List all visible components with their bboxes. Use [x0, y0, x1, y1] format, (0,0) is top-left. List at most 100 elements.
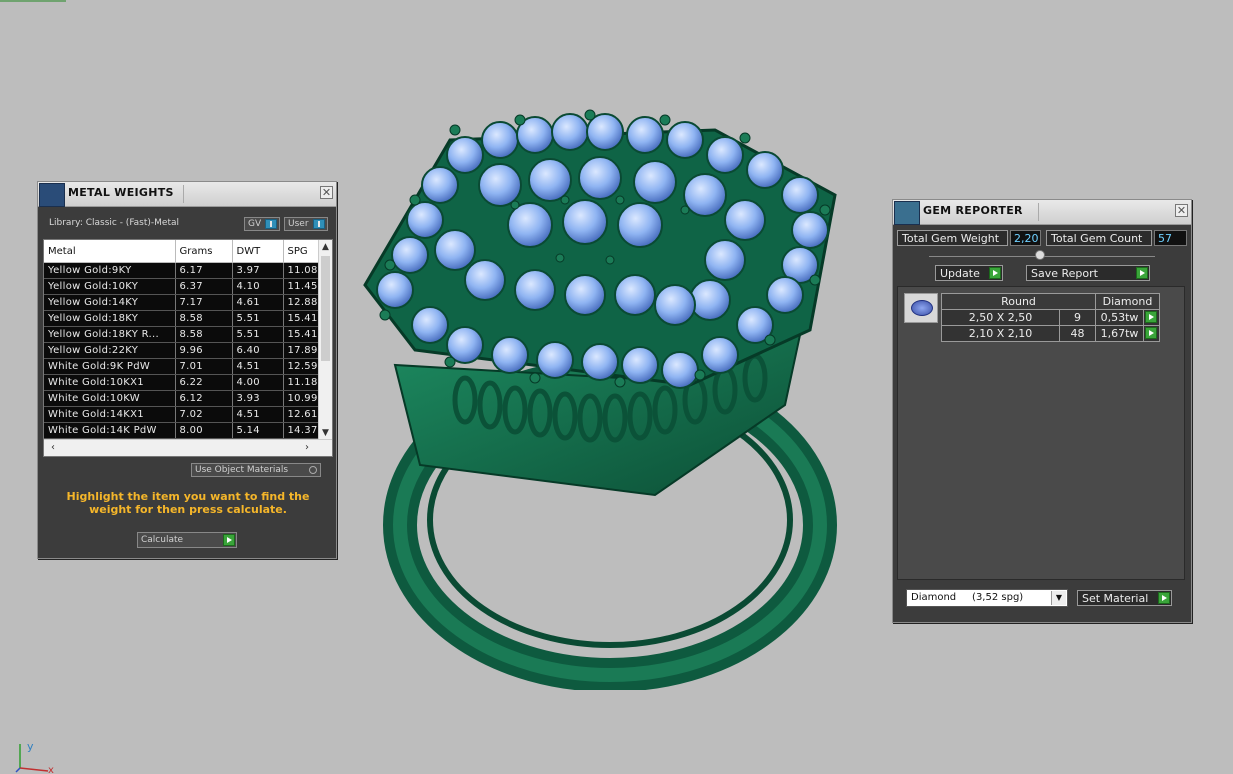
cell-metal: Yellow Gold:10KY [44, 278, 176, 295]
play-icon [223, 534, 235, 546]
viewport-tab-indicator [0, 0, 66, 2]
cell-metal: Yellow Gold:18KY R... [44, 326, 176, 343]
table-row[interactable]: Yellow Gold:22KY 9.96 6.40 17.89 [44, 342, 319, 359]
cell-dwt: 3.93 [232, 390, 284, 407]
column-header-grams[interactable]: Grams [175, 240, 233, 263]
user-toggle[interactable]: User [284, 217, 328, 231]
cell-metal: White Gold:9K PdW [44, 358, 176, 375]
scroll-right-icon[interactable]: › [300, 440, 314, 456]
table-row[interactable]: Yellow Gold:18KY R... 8.58 5.51 15.41 [44, 326, 319, 343]
save-report-button[interactable]: Save Report [1026, 265, 1150, 281]
cell-metal: White Gold:14K PdW [44, 422, 176, 439]
calculate-button[interactable]: Calculate [137, 532, 237, 548]
gv-toggle[interactable]: GV [244, 217, 280, 231]
gem-weight: 0,53tw [1095, 309, 1144, 326]
use-object-materials-label: Use Object Materials [195, 465, 289, 475]
table-row[interactable]: White Gold:10KX1 6.22 4.00 11.18 [44, 374, 319, 391]
titlebar-divider [183, 185, 184, 203]
close-icon[interactable]: ✕ [1175, 204, 1188, 217]
cell-metal: White Gold:14KX1 [44, 406, 176, 423]
column-header-dwt[interactable]: DWT [232, 240, 284, 263]
metal-weights-title: METAL WEIGHTS [68, 186, 174, 199]
library-label: Library: Classic - (Fast)-Metal [49, 218, 180, 228]
gem-select-button[interactable] [1143, 309, 1160, 326]
z-axis-line [15, 767, 21, 773]
material-select[interactable]: Diamond (3,52 spg) ▼ [906, 589, 1068, 607]
use-object-materials-toggle[interactable]: Use Object Materials [191, 463, 321, 477]
cell-grams: 8.58 [175, 326, 233, 343]
gem-size: 2,10 X 2,10 [941, 325, 1060, 342]
slider-handle[interactable] [1035, 250, 1045, 260]
table-row[interactable]: White Gold:14KX1 7.02 4.51 12.61 [44, 406, 319, 423]
material-select-value: Diamond (3,52 spg) [911, 592, 1024, 603]
cell-spg: 12.88 [283, 294, 319, 311]
cell-grams: 6.12 [175, 390, 233, 407]
cell-metal: Yellow Gold:14KY [44, 294, 176, 311]
calculate-label: Calculate [141, 535, 184, 545]
gem-row[interactable]: 2,50 X 2,50 9 0,53tw [941, 309, 1160, 326]
set-material-button[interactable]: Set Material [1077, 590, 1172, 606]
cell-spg: 12.59 [283, 358, 319, 375]
cell-spg: 15.41 [283, 326, 319, 343]
cell-dwt: 4.10 [232, 278, 284, 295]
table-row[interactable]: Yellow Gold:18KY 8.58 5.51 15.41 [44, 310, 319, 327]
metal-table-horizontal-scrollbar[interactable]: ‹ › [44, 439, 332, 456]
metal-table[interactable]: Metal Grams DWT SPG Yellow Gold:9KY 6.17 3… [43, 239, 333, 457]
gem-material-header: Diamond [1095, 293, 1160, 310]
gem-reporter-logo-icon [894, 201, 920, 225]
gem-list-area[interactable]: Round Diamond 2,50 X 2,50 9 0,53tw 2,10 X 2… [897, 286, 1185, 580]
cell-grams: 9.96 [175, 342, 233, 359]
ring-model[interactable] [355, 100, 845, 690]
cell-dwt: 4.00 [232, 374, 284, 391]
close-icon[interactable]: ✕ [320, 186, 333, 199]
cell-metal: Yellow Gold:22KY [44, 342, 176, 359]
chevron-down-icon[interactable]: ▼ [1051, 591, 1066, 605]
cell-grams: 6.17 [175, 262, 233, 279]
table-row[interactable]: Yellow Gold:14KY 7.17 4.61 12.88 [44, 294, 319, 311]
column-header-metal[interactable]: Metal [44, 240, 176, 263]
gem-thumbnail-icon[interactable] [904, 293, 938, 323]
play-icon [989, 267, 1001, 279]
play-icon [1136, 267, 1148, 279]
metal-weights-titlebar[interactable]: METAL WEIGHTS ✕ [38, 182, 336, 207]
gem-reporter-titlebar[interactable]: GEM REPORTER ✕ [893, 200, 1191, 225]
y-axis-label: y [27, 740, 34, 753]
table-row[interactable]: White Gold:10KW 6.12 3.93 10.99 [44, 390, 319, 407]
cell-spg: 11.45 [283, 278, 319, 295]
scroll-thumb[interactable] [321, 256, 330, 361]
cell-spg: 17.89 [283, 342, 319, 359]
cell-grams: 7.17 [175, 294, 233, 311]
table-row[interactable]: Yellow Gold:10KY 6.37 4.10 11.45 [44, 278, 319, 295]
cell-metal: White Gold:10KW [44, 390, 176, 407]
cell-spg: 14.37 [283, 422, 319, 439]
save-report-label: Save Report [1031, 267, 1098, 280]
cell-metal: Yellow Gold:18KY [44, 310, 176, 327]
gem-row[interactable]: 2,10 X 2,10 48 1,67tw [941, 325, 1160, 342]
scroll-down-icon[interactable]: ▼ [319, 426, 332, 440]
cell-grams: 7.02 [175, 406, 233, 423]
instruction-text: Highlight the item you want to find the … [66, 490, 310, 516]
cell-spg: 11.08 [283, 262, 319, 279]
cell-dwt: 6.40 [232, 342, 284, 359]
gem-select-button[interactable] [1143, 325, 1160, 342]
update-button[interactable]: Update [935, 265, 1003, 281]
table-row[interactable]: Yellow Gold:9KY 6.17 3.97 11.08 [44, 262, 319, 279]
cell-dwt: 4.51 [232, 406, 284, 423]
titlebar-divider [1038, 203, 1039, 221]
cell-dwt: 5.51 [232, 310, 284, 327]
x-axis-line [19, 767, 49, 772]
cell-grams: 6.37 [175, 278, 233, 295]
table-row[interactable]: White Gold:9K PdW 7.01 4.51 12.59 [44, 358, 319, 375]
scroll-left-icon[interactable]: ‹ [46, 440, 60, 456]
gv-label: GV [248, 219, 262, 229]
column-header-spg[interactable]: SPG [283, 240, 319, 263]
total-gem-count-label: Total Gem Count [1046, 230, 1152, 246]
table-row[interactable]: White Gold:14K PdW 8.00 5.14 14.37 [44, 422, 319, 439]
cell-spg: 15.41 [283, 310, 319, 327]
gem-reporter-panel: GEM REPORTER ✕ Total Gem Weight 2,20 Tot… [892, 199, 1192, 623]
scroll-up-icon[interactable]: ▲ [319, 240, 332, 254]
cell-metal: White Gold:10KX1 [44, 374, 176, 391]
cell-spg: 10.99 [283, 390, 319, 407]
metal-table-vertical-scrollbar[interactable]: ▲ ▼ [318, 240, 332, 440]
cell-grams: 6.22 [175, 374, 233, 391]
